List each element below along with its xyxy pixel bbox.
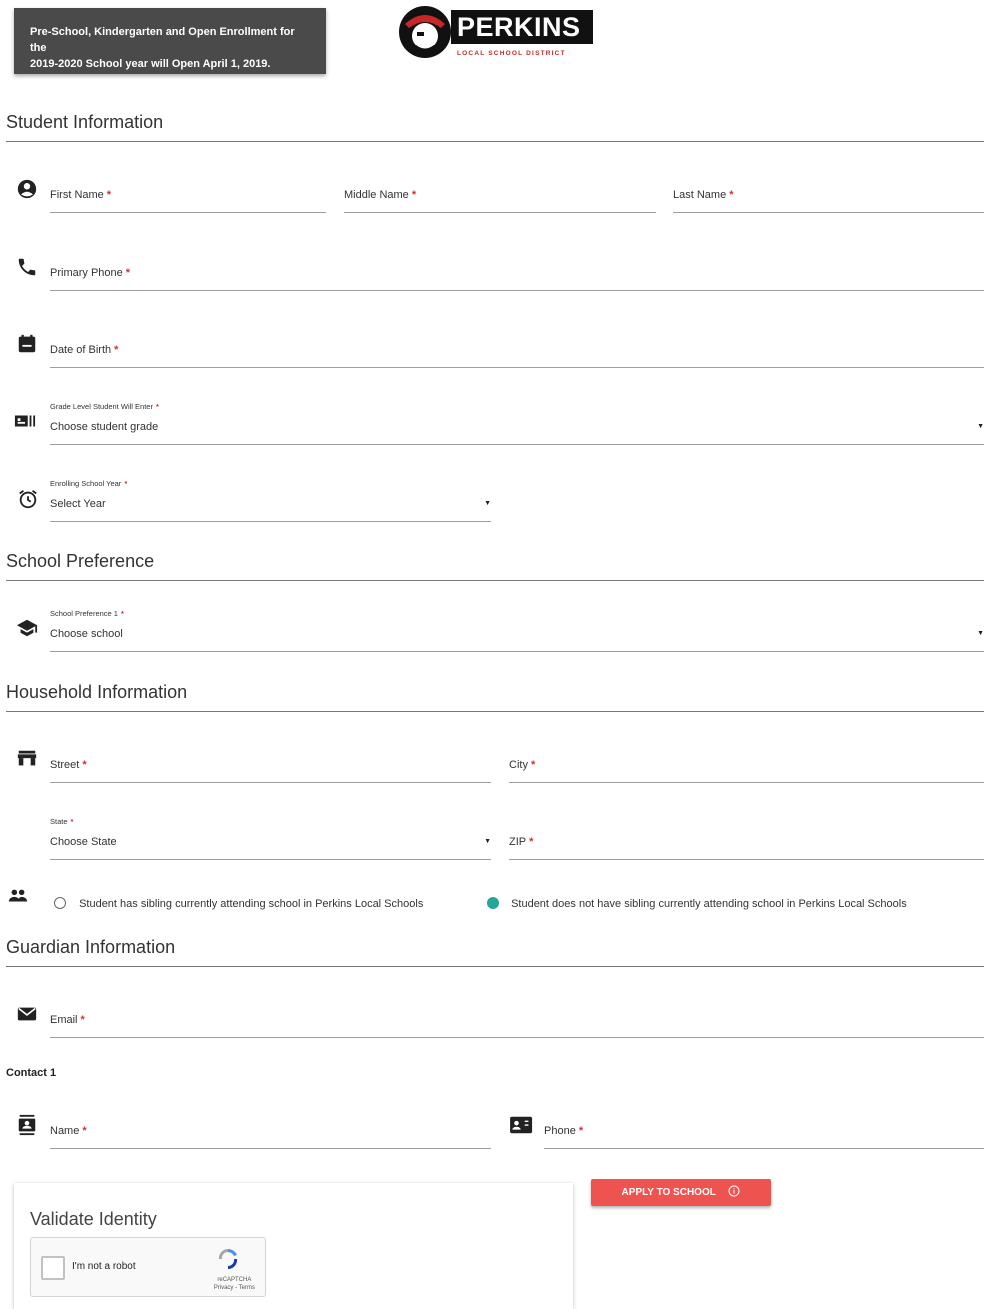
guardian-name-field[interactable]: Name * bbox=[50, 1124, 491, 1149]
sibling-no-label: Student does not have sibling currently … bbox=[511, 898, 907, 910]
recaptcha-brand: reCAPTCHA Privacy - Terms bbox=[214, 1276, 255, 1292]
required-mark: * bbox=[125, 267, 131, 279]
required-mark: * bbox=[729, 189, 734, 201]
section-title-household: Household Information bbox=[6, 682, 188, 702]
first-name-field[interactable]: First Name * bbox=[50, 188, 326, 213]
state-value: Choose State bbox=[50, 836, 117, 848]
required-mark: * bbox=[80, 1014, 85, 1026]
school-preference-select[interactable]: School Preference 1 * Choose school ▼ bbox=[50, 609, 984, 652]
radio-unchecked[interactable] bbox=[54, 897, 66, 909]
required-mark: * bbox=[70, 817, 74, 826]
state-label: State bbox=[50, 817, 68, 826]
required-mark: * bbox=[106, 189, 112, 201]
primary-phone-label: Primary Phone bbox=[50, 267, 123, 279]
apply-button-label: APPLY TO SCHOOL bbox=[621, 1187, 716, 1198]
recaptcha-label: I'm not a robot bbox=[72, 1261, 136, 1272]
email-label: Email bbox=[50, 1014, 78, 1026]
phone-icon bbox=[18, 258, 36, 276]
middle-name-label: Middle Name bbox=[344, 189, 409, 201]
contact-phone-icon bbox=[510, 1116, 533, 1134]
pirate-mascot-icon bbox=[399, 6, 451, 58]
school-year-value: Select Year bbox=[50, 498, 106, 510]
recaptcha-logo-icon bbox=[218, 1248, 238, 1270]
first-name-label: First Name bbox=[50, 189, 104, 201]
last-name-field[interactable]: Last Name * bbox=[673, 188, 984, 213]
guardian-phone-label: Phone bbox=[544, 1125, 576, 1137]
dropdown-caret-icon: ▼ bbox=[977, 423, 984, 430]
grade-level-value: Choose student grade bbox=[50, 421, 159, 433]
email-field[interactable]: Email * bbox=[50, 1013, 984, 1038]
required-mark: * bbox=[114, 344, 119, 356]
email-icon bbox=[17, 1007, 37, 1021]
required-mark: * bbox=[411, 189, 417, 201]
middle-name-field[interactable]: Middle Name * bbox=[344, 188, 656, 213]
school-preference-label: School Preference 1 bbox=[50, 609, 118, 618]
section-divider bbox=[6, 141, 984, 142]
required-mark: * bbox=[82, 1125, 87, 1137]
recaptcha-widget: I'm not a robot reCAPTCHA Privacy - Term… bbox=[30, 1237, 266, 1297]
required-mark: * bbox=[578, 1125, 584, 1137]
street-field[interactable]: Street * bbox=[50, 758, 491, 783]
required-mark: * bbox=[529, 836, 534, 848]
people-icon bbox=[8, 889, 28, 902]
recaptcha-brand-text: reCAPTCHA bbox=[217, 1277, 252, 1283]
alarm-clock-icon bbox=[19, 490, 37, 509]
sibling-yes-option[interactable]: Student has sibling currently attending … bbox=[54, 897, 423, 910]
validate-title: Validate Identity bbox=[30, 1209, 157, 1229]
recaptcha-checkbox[interactable] bbox=[41, 1256, 65, 1280]
section-divider bbox=[6, 580, 984, 581]
state-select[interactable]: State * Choose State ▼ bbox=[50, 817, 491, 860]
account-circle-icon bbox=[17, 179, 37, 199]
dropdown-caret-icon: ▼ bbox=[484, 838, 491, 845]
required-mark: * bbox=[120, 609, 124, 618]
guardian-name-label: Name bbox=[50, 1125, 80, 1137]
calendar-icon bbox=[18, 334, 36, 353]
date-of-birth-field[interactable]: Date of Birth * bbox=[50, 343, 984, 368]
logo-subtitle: LOCAL SCHOOL DISTRICT bbox=[457, 50, 566, 57]
sibling-no-option[interactable]: Student does not have sibling currently … bbox=[487, 897, 907, 910]
info-circle-icon bbox=[728, 1185, 740, 1197]
radio-checked[interactable] bbox=[487, 897, 499, 909]
guardian-phone-field[interactable]: Phone * bbox=[544, 1124, 984, 1149]
graduation-cap-icon bbox=[16, 619, 38, 637]
dropdown-caret-icon: ▼ bbox=[484, 500, 491, 507]
grade-level-select[interactable]: Grade Level Student Will Enter * Choose s… bbox=[50, 402, 984, 445]
banner-line-1: Pre-School, Kindergarten and Open Enroll… bbox=[30, 26, 295, 54]
required-mark: * bbox=[124, 479, 128, 488]
apply-to-school-button[interactable]: APPLY TO SCHOOL bbox=[591, 1179, 771, 1206]
school-year-label: Enrolling School Year bbox=[50, 479, 122, 488]
section-title-student: Student Information bbox=[6, 112, 164, 132]
section-title-school: School Preference bbox=[6, 551, 155, 571]
dropdown-caret-icon: ▼ bbox=[977, 630, 984, 637]
validate-identity-card: Validate Identity I'm not a robot reCAPT… bbox=[14, 1183, 573, 1309]
zip-label: ZIP bbox=[509, 836, 527, 848]
grade-level-icon bbox=[14, 415, 36, 427]
required-mark: * bbox=[530, 759, 536, 771]
street-label: Street bbox=[50, 759, 80, 771]
perkins-logo: PERKINS LOCAL SCHOOL DISTRICT bbox=[395, 2, 605, 60]
section-title-guardian: Guardian Information bbox=[6, 937, 176, 957]
school-preference-value: Choose school bbox=[50, 628, 123, 640]
store-icon bbox=[17, 750, 37, 766]
grade-level-label: Grade Level Student Will Enter bbox=[50, 402, 153, 411]
required-mark: * bbox=[155, 402, 159, 411]
contact-1-label: Contact 1 bbox=[6, 1067, 57, 1079]
dob-label: Date of Birth bbox=[50, 344, 112, 356]
zip-field[interactable]: ZIP * bbox=[509, 835, 984, 860]
last-name-label: Last Name bbox=[673, 189, 727, 201]
section-divider bbox=[6, 966, 984, 967]
primary-phone-field[interactable]: Primary Phone * bbox=[50, 266, 984, 291]
school-year-select[interactable]: Enrolling School Year * Select Year ▼ bbox=[50, 479, 491, 522]
city-label: City bbox=[509, 759, 528, 771]
required-mark: * bbox=[82, 759, 87, 771]
logo-name: PERKINS bbox=[451, 10, 593, 44]
sibling-yes-label: Student has sibling currently attending … bbox=[79, 898, 424, 910]
banner-line-2: 2019-2020 School year will Open April 1,… bbox=[30, 58, 271, 70]
section-divider bbox=[6, 711, 984, 712]
enrollment-banner: Pre-School, Kindergarten and Open Enroll… bbox=[14, 8, 326, 74]
recaptcha-links[interactable]: Privacy - Terms bbox=[214, 1284, 255, 1292]
city-field[interactable]: City * bbox=[509, 758, 984, 783]
contacts-icon bbox=[18, 1114, 36, 1136]
